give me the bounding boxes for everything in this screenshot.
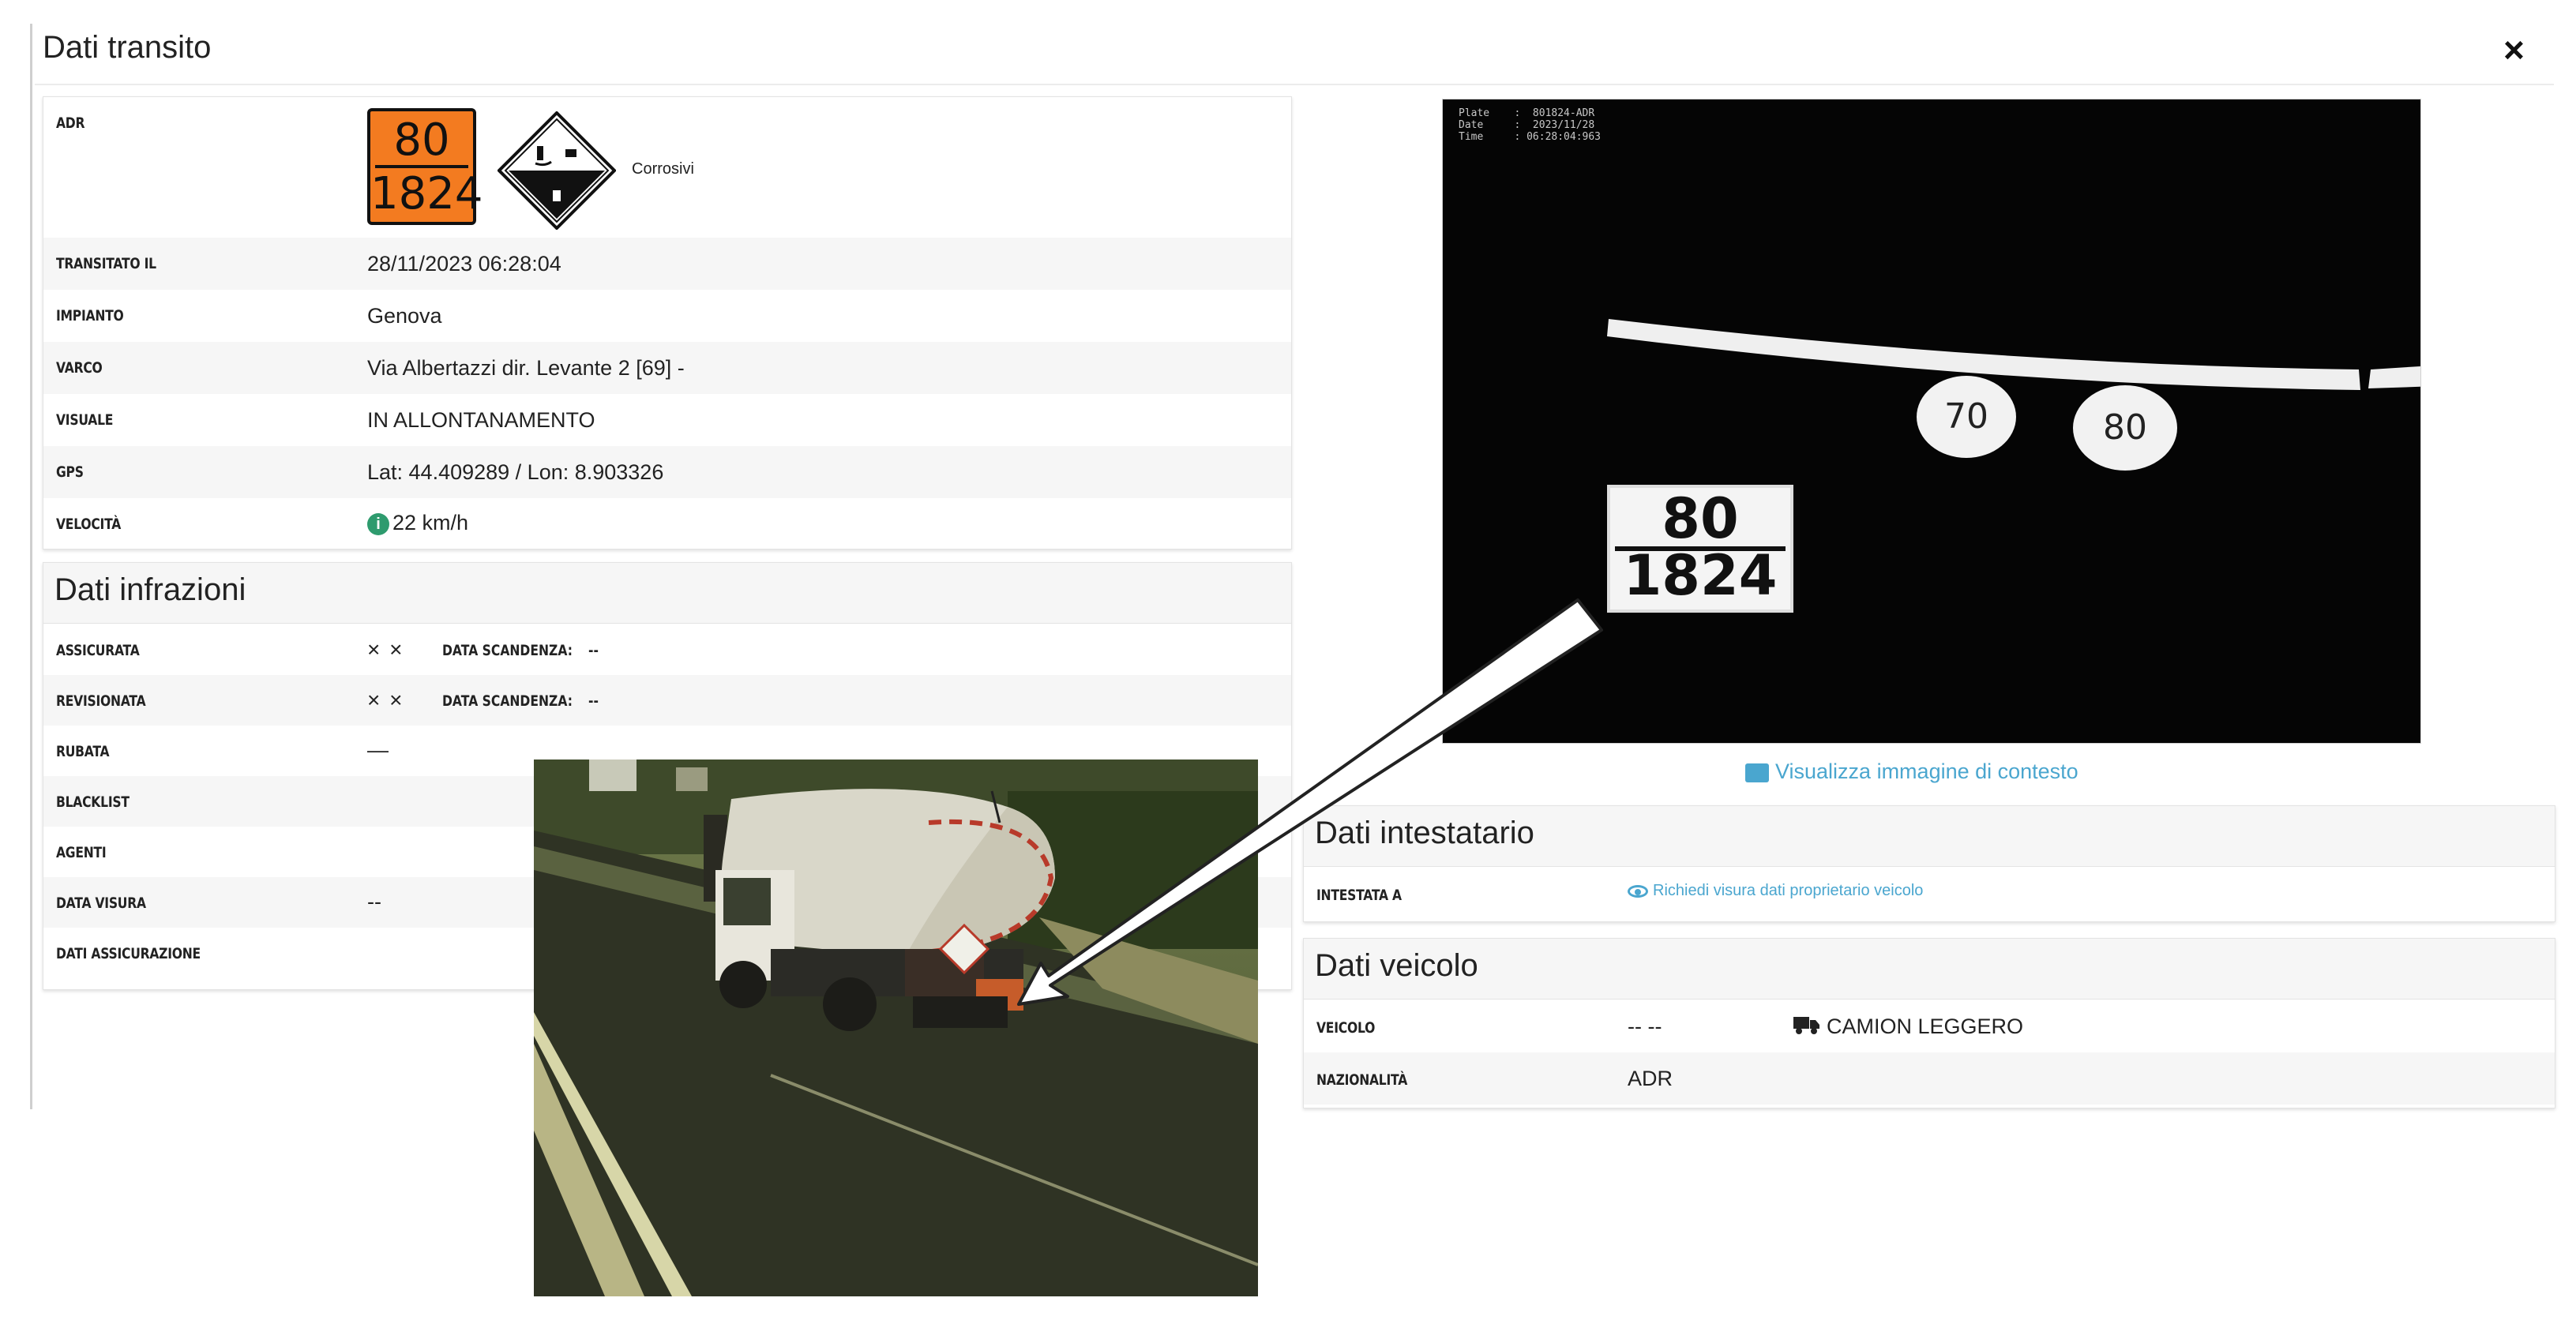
annotation-arrow [1017, 598, 1603, 1006]
